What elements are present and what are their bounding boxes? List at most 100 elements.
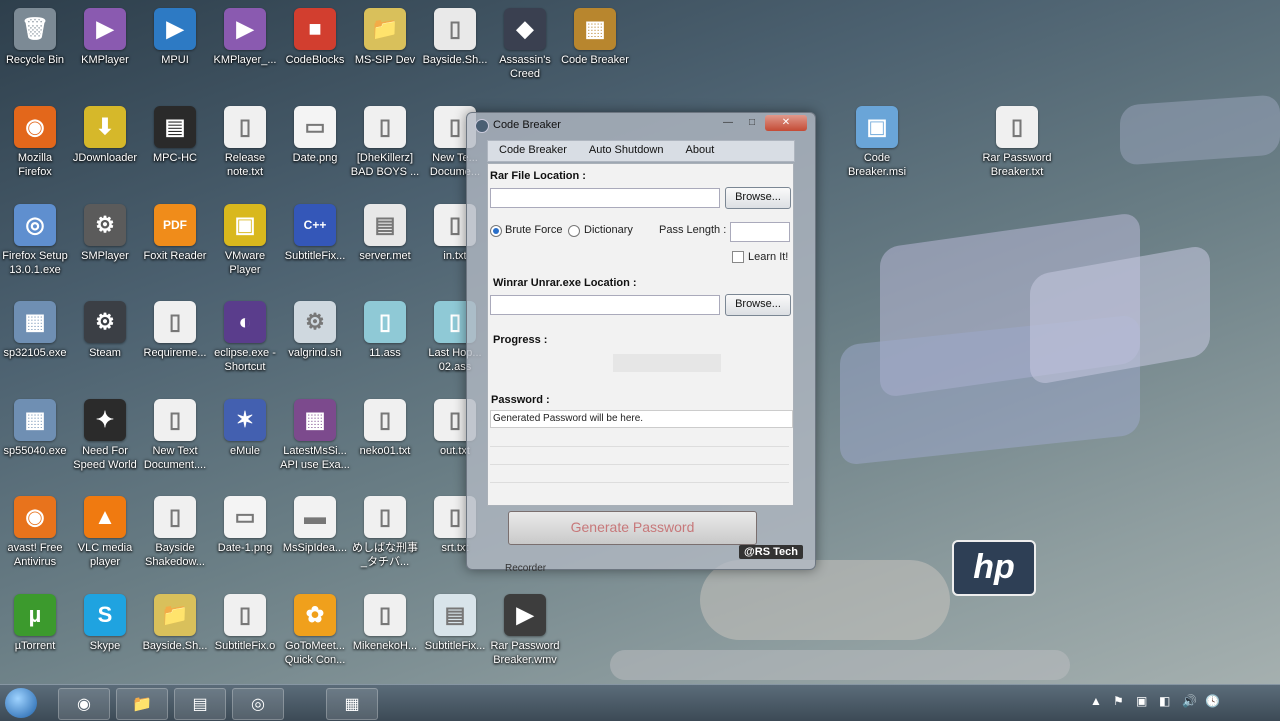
desktop-icon[interactable]: ⚙ SMPlayer [70,204,140,263]
desktop-icon[interactable]: ▭ Date-1.png [210,496,280,555]
desktop-icon[interactable]: ▯ SubtitleFix.o [210,594,280,653]
desktop-icon-label: SubtitleFix... [284,250,346,262]
desktop-icon-label: Need For Speed World [73,445,137,471]
file-icon: ▯ [364,594,406,636]
tray-icon[interactable]: ⚑ [1113,694,1124,708]
desktop-icon[interactable]: ▯ Requireme... [140,301,210,360]
brute-force-label: Brute Force [505,224,563,236]
desktop-icon[interactable]: ▦ sp55040.exe [0,399,70,458]
desktop-icon[interactable]: ⚙ valgrind.sh [280,301,350,360]
desktop-icon-label: MikenekoH... [352,640,418,652]
mpc-hc-icon: ▤ [154,106,196,148]
tray-icon[interactable]: ◧ [1159,694,1170,708]
tray-icon[interactable]: ▣ [1136,694,1147,708]
desktop-icon[interactable]: ▦ LatestMsSi... API use Exa... [280,399,350,472]
desktop-icon[interactable]: ▯ めしばな刑事_タチバ... [350,496,420,569]
desktop-icon[interactable]: ⬇ JDownloader [70,106,140,165]
desktop-icon[interactable]: ▤ SubtitleFix... [420,594,490,653]
desktop-icon-label: Mozilla Firefox [17,152,53,178]
tray-icon[interactable]: 🕓 [1205,694,1220,708]
desktop-icon[interactable]: ⚙ Steam [70,301,140,360]
desktop-icon[interactable]: ◉ Mozilla Firefox [0,106,70,179]
desktop-icon[interactable]: ▬ MsSipIdea.... [280,496,350,555]
pass-length-input[interactable] [730,222,790,242]
desktop-icon[interactable]: ▶ KMPlayer_... [210,8,280,67]
desktop-icon[interactable]: ▦ sp32105.exe [0,301,70,360]
taskbar-app-icon[interactable]: ▤ [174,688,226,720]
desktop-icon[interactable]: ▯ neko01.txt [350,399,420,458]
taskbar-winrar-icon[interactable]: ▦ [326,688,378,720]
desktop-icon[interactable]: C++ SubtitleFix... [280,204,350,263]
maximize-button[interactable]: □ [741,115,763,131]
desktop-icon[interactable]: ▣ VMware Player [210,204,280,277]
desktop-icon-label: Assassin's Creed [499,54,551,80]
tray-icon[interactable]: 🔊 [1182,694,1197,708]
desktop-icon-label: eMule [230,445,260,457]
window-icon: ▤ [434,594,476,636]
taskbar-explorer-icon[interactable]: 📁 [116,688,168,720]
minimize-button[interactable]: — [717,115,739,131]
desktop-icon[interactable]: ▶ MPUI [140,8,210,67]
desktop-icon-label: Bayside.Sh... [142,640,208,652]
background-block [610,650,1070,680]
pass-length-label: Pass Length : [659,224,727,236]
desktop-icon[interactable]: ◎ Firefox Setup 13.0.1.exe [0,204,70,277]
dictionary-radio[interactable] [568,225,580,237]
desktop-icon[interactable]: ▯ [DheKillerz] BAD BOYS ... [350,106,420,179]
winrar-location-input[interactable] [490,295,720,315]
codeblocks-icon: ■ [294,8,336,50]
document-icon: ▬ [294,496,336,538]
desktop-icon[interactable]: ✦ Need For Speed World [70,399,140,472]
menu-auto-shutdown[interactable]: Auto Shutdown [578,141,675,161]
desktop-icon[interactable]: ▯ Rar Password Breaker.txt [982,106,1052,179]
rar-file-input[interactable] [490,188,720,208]
desktop-icon[interactable]: ▭ Date.png [280,106,350,165]
desktop-icon[interactable]: µ µTorrent [0,594,70,653]
window-titlebar[interactable]: Code Breaker — □ ✕ [467,113,815,137]
desktop-icon[interactable]: ✿ GoToMeet... Quick Con... [280,594,350,667]
desktop-icon[interactable]: ◐ eclipse.exe - Shortcut [210,301,280,374]
desktop-icon[interactable]: ▤ MPC-HC [140,106,210,165]
desktop-icon[interactable]: ▯ Bayside.Sh... [420,8,490,67]
desktop-icon[interactable]: ■ CodeBlocks [280,8,350,67]
recycle-bin-icon: 🗑 [14,8,56,50]
desktop-icon[interactable]: ▤ server.met [350,204,420,263]
script-icon: ⚙ [294,301,336,343]
desktop-icon[interactable]: ◉ avast! Free Antivirus [0,496,70,569]
desktop-icon[interactable]: ▯ New Text Document.... [140,399,210,472]
generate-password-button[interactable]: Generate Password [508,511,757,545]
desktop-icon[interactable]: ✶ eMule [210,399,280,458]
rar-file-location-label: Rar File Location : [490,170,586,182]
menu-bar: Code Breaker Auto Shutdown About [487,140,795,162]
tray-icon[interactable]: ▲ [1090,694,1102,708]
start-button[interactable] [5,688,37,718]
taskbar-target-icon[interactable]: ◎ [232,688,284,720]
desktop-icon[interactable]: ▣ Code Breaker.msi [842,106,912,179]
brute-force-radio[interactable] [490,225,502,237]
desktop-icon[interactable]: ▯ 11.ass [350,301,420,360]
desktop-icon[interactable]: PDF Foxit Reader [140,204,210,263]
desktop-icon[interactable]: ▲ VLC media player [70,496,140,569]
desktop-icon[interactable]: ▯ Release note.txt [210,106,280,179]
taskbar-firefox-icon[interactable]: ◉ [58,688,110,720]
desktop-icon[interactable]: ◆ Assassin's Creed [490,8,560,81]
desktop-icon[interactable]: ▶ Rar Password Breaker.wmv [490,594,560,667]
desktop-icon[interactable]: S Skype [70,594,140,653]
desktop-icon[interactable]: 📁 MS-SIP Dev [350,8,420,67]
installer-icon: ◎ [14,204,56,246]
desktop-icon[interactable]: 🗑 Recycle Bin [0,8,70,67]
main-panel: Rar File Location : Browse... Brute Forc… [487,163,794,506]
menu-about[interactable]: About [675,141,726,161]
browse-winrar-button[interactable]: Browse... [725,294,791,316]
desktop-icon[interactable]: ▯ MikenekoH... [350,594,420,653]
desktop-icon[interactable]: ▶ KMPlayer [70,8,140,67]
learn-it-checkbox[interactable] [732,251,744,263]
menu-code-breaker[interactable]: Code Breaker [488,141,578,161]
desktop-icon-label: Date.png [292,152,338,164]
close-button[interactable]: ✕ [765,115,807,131]
desktop-icon[interactable]: 📁 Bayside.Sh... [140,594,210,653]
desktop-icon[interactable]: ▯ Bayside Shakedow... [140,496,210,569]
desktop-icon[interactable]: ▦ Code Breaker [560,8,630,67]
browse-rar-button[interactable]: Browse... [725,187,791,209]
password-output[interactable]: Generated Password will be here. [490,410,793,428]
